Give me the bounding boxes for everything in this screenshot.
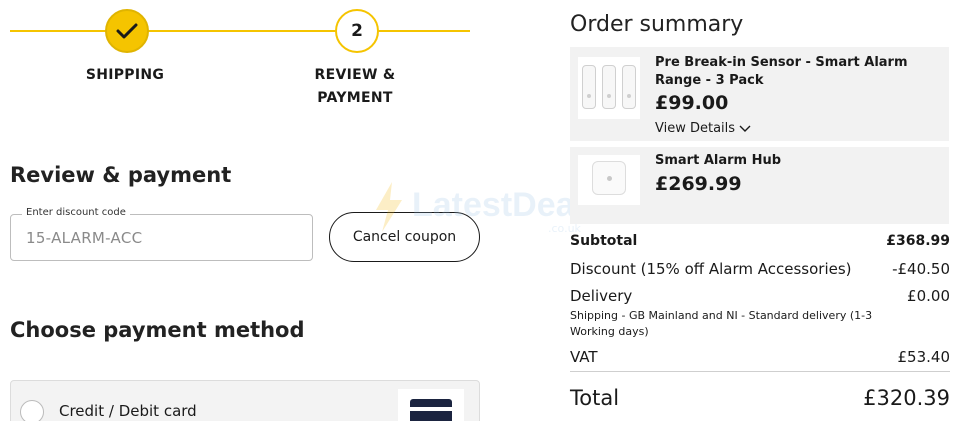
review-payment-heading: Review & payment — [10, 163, 232, 187]
vat-value: £53.40 — [897, 348, 951, 366]
sensor-shape — [602, 65, 616, 109]
checkout-stepper-line — [10, 30, 470, 32]
delivery-note: Shipping - GB Mainland and NI - Standard… — [570, 309, 873, 338]
view-details-label: View Details — [655, 121, 736, 136]
payment-method-heading: Choose payment method — [10, 318, 305, 342]
step-review-current: 2 — [335, 9, 379, 53]
product-image-sensor — [578, 57, 640, 119]
order-summary-heading: Order summary — [570, 12, 744, 37]
item-name: Pre Break-in Sensor - Smart Alarm Range … — [655, 55, 908, 88]
checkmark-icon — [116, 23, 138, 39]
subtotal-value: £368.99 — [886, 233, 950, 249]
step-label-review-line1: REVIEW & — [314, 67, 396, 83]
payment-option-label[interactable]: Credit / Debit card — [59, 402, 197, 420]
credit-card-icon — [398, 389, 464, 421]
sensor-shape — [582, 65, 596, 109]
summary-divider — [570, 371, 950, 372]
discount-value: -£40.50 — [892, 260, 950, 278]
view-details-link[interactable]: View Details — [655, 121, 751, 136]
item-price: £99.00 — [655, 92, 729, 114]
vat-label: VAT — [570, 348, 598, 366]
chevron-down-icon — [739, 125, 751, 132]
total-value: £320.39 — [863, 386, 950, 410]
sensor-shape — [622, 65, 636, 109]
discount-label: Discount (15% off Alarm Accessories) — [570, 260, 852, 278]
total-label: Total — [570, 386, 620, 410]
delivery-label: Delivery — [570, 287, 633, 305]
subtotal-label: Subtotal — [570, 233, 638, 249]
cancel-coupon-button[interactable]: Cancel coupon — [329, 212, 480, 262]
delivery-value: £0.00 — [907, 287, 950, 305]
item-price: £269.99 — [655, 173, 742, 195]
hub-shape — [592, 161, 626, 195]
payment-option-radio[interactable] — [20, 400, 44, 421]
step-label-shipping: SHIPPING — [85, 67, 165, 83]
discount-code-label: Enter discount code — [22, 207, 130, 218]
step-shipping-complete — [105, 9, 149, 53]
step-label-review: REVIEW & PAYMENT — [296, 64, 414, 110]
card-stripe — [410, 407, 452, 411]
discount-code-value[interactable]: 15-ALARM-ACC — [26, 229, 142, 247]
step-label-review-line2: PAYMENT — [317, 90, 393, 106]
product-image-hub — [578, 155, 640, 205]
item-name: Smart Alarm Hub — [655, 153, 782, 168]
